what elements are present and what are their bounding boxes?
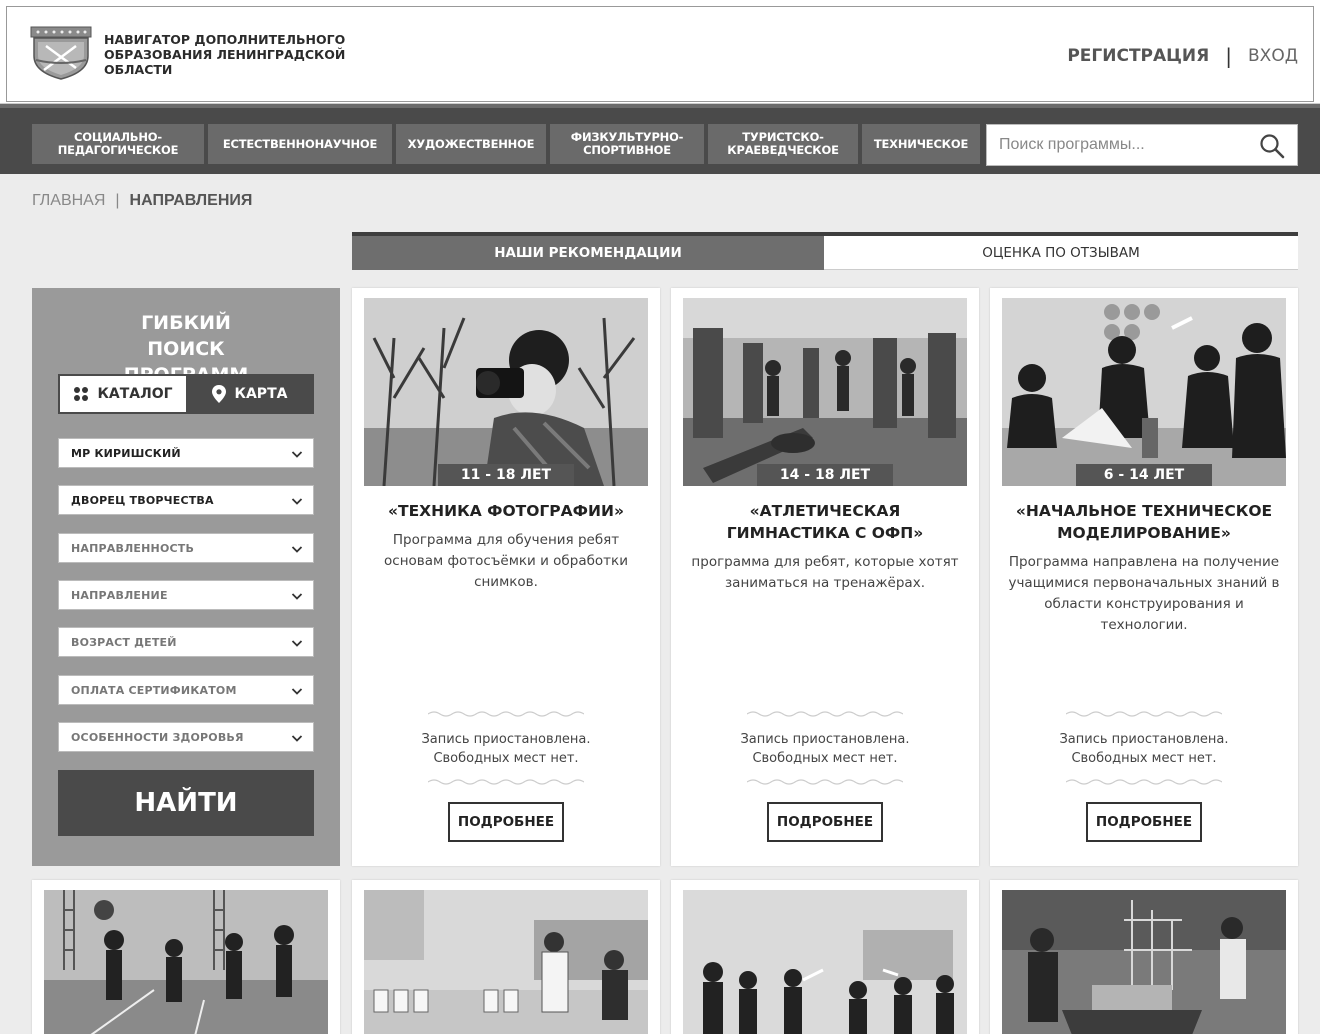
program-photo[interactable]: 14 - 18 ЛЕТ (683, 298, 967, 486)
register-link[interactable]: РЕГИСТРАЦИЯ (1067, 46, 1209, 66)
nav-item-social-pedagogical[interactable]: СОЦИАЛЬНО-ПЕДАГОГИЧЕСКОЕ (32, 124, 204, 164)
nav-item-tourism[interactable]: ТУРИСТСКО-КРАЕВЕДЧЕСКОЕ (708, 124, 858, 164)
catalog-label: КАТАЛОГ (97, 386, 173, 402)
program-description: программа для ребят, которые хотят заним… (691, 554, 959, 591)
breadcrumb: ГЛАВНАЯ | НАПРАВЛЕНИЯ (32, 192, 252, 210)
search-input[interactable] (987, 125, 1247, 165)
select-certificate[interactable]: ОПЛАТА СЕРТИФИКАТОМ (58, 675, 314, 705)
search-box (986, 124, 1298, 166)
chevron-down-icon (291, 735, 303, 742)
nav-item-sports[interactable]: ФИЗКУЛЬТУРНО-СПОРТИВНОЕ (550, 124, 704, 164)
search-icon[interactable] (1259, 133, 1285, 159)
divider-wave (428, 779, 584, 785)
breadcrumb-current: НАПРАВЛЕНИЯ (129, 192, 253, 209)
select-health-value: ОСОБЕННОСТИ ЗДОРОВЬЯ (71, 730, 244, 744)
program-description: Программа направлена на получение учащим… (1008, 554, 1280, 633)
coat-of-arms-logo[interactable] (30, 26, 92, 80)
program-card: 6 - 14 ЛЕТ «НАЧАЛЬНОЕ ТЕХНИЧЕСКОЕ МОДЕЛИ… (990, 288, 1298, 866)
details-button[interactable]: ПОДРОБНЕЕ (448, 802, 564, 842)
status-line-1: Запись приостановлена. (740, 732, 910, 747)
program-photo[interactable] (683, 890, 967, 1034)
select-certificate-value: ОПЛАТА СЕРТИФИКАТОМ (71, 683, 237, 697)
auth-links: РЕГИСТРАЦИЯ | ВХОД (1067, 44, 1298, 68)
age-badge: 14 - 18 ЛЕТ (757, 464, 893, 486)
view-toggle: КАТАЛОГ КАРТА (58, 374, 314, 414)
breadcrumb-home[interactable]: ГЛАВНАЯ (32, 192, 105, 210)
select-district[interactable]: МР КИРИШСКИЙ (58, 438, 314, 468)
program-photo[interactable]: 6 - 14 ЛЕТ (1002, 298, 1286, 486)
catalog-toggle[interactable]: КАТАЛОГ (60, 376, 186, 412)
divider-wave (1066, 779, 1222, 785)
grid-icon (74, 387, 89, 401)
select-direction[interactable]: НАПРАВЛЕНИЕ (58, 580, 314, 610)
breadcrumb-separator: | (115, 192, 120, 209)
chevron-down-icon (291, 546, 303, 553)
sort-tabs: НАШИ РЕКОМЕНДАЦИИ ОЦЕНКА ПО ОТЗЫВАМ (352, 232, 1298, 270)
program-card (990, 880, 1298, 1034)
select-health[interactable]: ОСОБЕННОСТИ ЗДОРОВЬЯ (58, 722, 314, 752)
age-badge: 6 - 14 ЛЕТ (1076, 464, 1212, 486)
filter-panel: ГИБКИЙ ПОИСК ПРОГРАММ КАТАЛОГ КАРТА МР К… (32, 288, 340, 866)
select-age-value: ВОЗРАСТ ДЕТЕЙ (71, 635, 177, 649)
program-card (352, 880, 660, 1034)
program-photo[interactable] (1002, 890, 1286, 1034)
program-title[interactable]: «АТЛЕТИЧЕСКАЯ ГИМНАСТИКА С ОФП» (685, 500, 965, 544)
select-focus-value: НАПРАВЛЕННОСТЬ (71, 541, 195, 555)
select-district-value: МР КИРИШСКИЙ (71, 446, 181, 460)
status-line-1: Запись приостановлена. (421, 732, 591, 747)
divider-wave (747, 711, 903, 717)
login-link[interactable]: ВХОД (1248, 46, 1298, 66)
select-focus[interactable]: НАПРАВЛЕННОСТЬ (58, 533, 314, 563)
tab-reviews[interactable]: ОЦЕНКА ПО ОТЗЫВАМ (824, 236, 1298, 270)
chevron-down-icon (291, 640, 303, 647)
chevron-down-icon (291, 593, 303, 600)
nav-item-artistic[interactable]: ХУДОЖЕСТВЕННОЕ (396, 124, 546, 164)
tab-recommendations[interactable]: НАШИ РЕКОМЕНДАЦИИ (352, 236, 824, 270)
divider-wave (747, 779, 903, 785)
program-title[interactable]: «ТЕХНИКА ФОТОГРАФИИ» (366, 500, 646, 522)
enrollment-status: Запись приостановлена. Свободных мест не… (685, 730, 965, 768)
program-card (32, 880, 340, 1034)
chevron-down-icon (291, 688, 303, 695)
program-photo[interactable]: 11 - 18 ЛЕТ (364, 298, 648, 486)
status-line-2: Свободных мест нет. (433, 751, 579, 766)
status-line-1: Запись приостановлена. (1059, 732, 1229, 747)
details-button[interactable]: ПОДРОБНЕЕ (1086, 802, 1202, 842)
chevron-down-icon (291, 451, 303, 458)
enrollment-status: Запись приостановлена. Свободных мест не… (1004, 730, 1284, 768)
age-badge: 11 - 18 ЛЕТ (438, 464, 574, 486)
brand-title[interactable]: НАВИГАТОР ДОПОЛНИТЕЛЬНОГО ОБРАЗОВАНИЯ ЛЕ… (104, 32, 364, 77)
details-button[interactable]: ПОДРОБНЕЕ (767, 802, 883, 842)
nav-item-natural-science[interactable]: ЕСТЕСТВЕННОНАУЧНОЕ (208, 124, 392, 164)
map-toggle[interactable]: КАРТА (186, 376, 312, 412)
chevron-down-icon (291, 498, 303, 505)
program-description: Программа для обучения ребят основам фот… (384, 532, 628, 590)
program-photo[interactable] (364, 890, 648, 1034)
auth-separator: | (1225, 44, 1233, 68)
program-photo[interactable] (44, 890, 328, 1034)
divider-wave (1066, 711, 1222, 717)
program-card: 14 - 18 ЛЕТ «АТЛЕТИЧЕСКАЯ ГИМНАСТИКА С О… (671, 288, 979, 866)
select-direction-value: НАПРАВЛЕНИЕ (71, 588, 168, 602)
nav-item-technical[interactable]: ТЕХНИЧЕСКОЕ (862, 124, 980, 164)
program-card: 11 - 18 ЛЕТ «ТЕХНИКА ФОТОГРАФИИ» Програм… (352, 288, 660, 866)
program-card (671, 880, 979, 1034)
divider-wave (428, 711, 584, 717)
program-title[interactable]: «НАЧАЛЬНОЕ ТЕХНИЧЕСКОЕ МОДЕЛИРОВАНИЕ» (1004, 500, 1284, 544)
map-pin-icon (211, 385, 226, 403)
select-organization[interactable]: ДВОРЕЦ ТВОРЧЕСТВА (58, 485, 314, 515)
select-organization-value: ДВОРЕЦ ТВОРЧЕСТВА (71, 493, 214, 507)
enrollment-status: Запись приостановлена. Свободных мест не… (366, 730, 646, 768)
map-label: КАРТА (234, 386, 288, 402)
site-header: НАВИГАТОР ДОПОЛНИТЕЛЬНОГО ОБРАЗОВАНИЯ ЛЕ… (0, 0, 1320, 104)
status-line-2: Свободных мест нет. (1071, 751, 1217, 766)
status-line-2: Свободных мест нет. (752, 751, 898, 766)
select-age[interactable]: ВОЗРАСТ ДЕТЕЙ (58, 627, 314, 657)
category-nav: СОЦИАЛЬНО-ПЕДАГОГИЧЕСКОЕ ЕСТЕСТВЕННОНАУЧ… (0, 104, 1320, 174)
find-button[interactable]: НАЙТИ (58, 770, 314, 836)
